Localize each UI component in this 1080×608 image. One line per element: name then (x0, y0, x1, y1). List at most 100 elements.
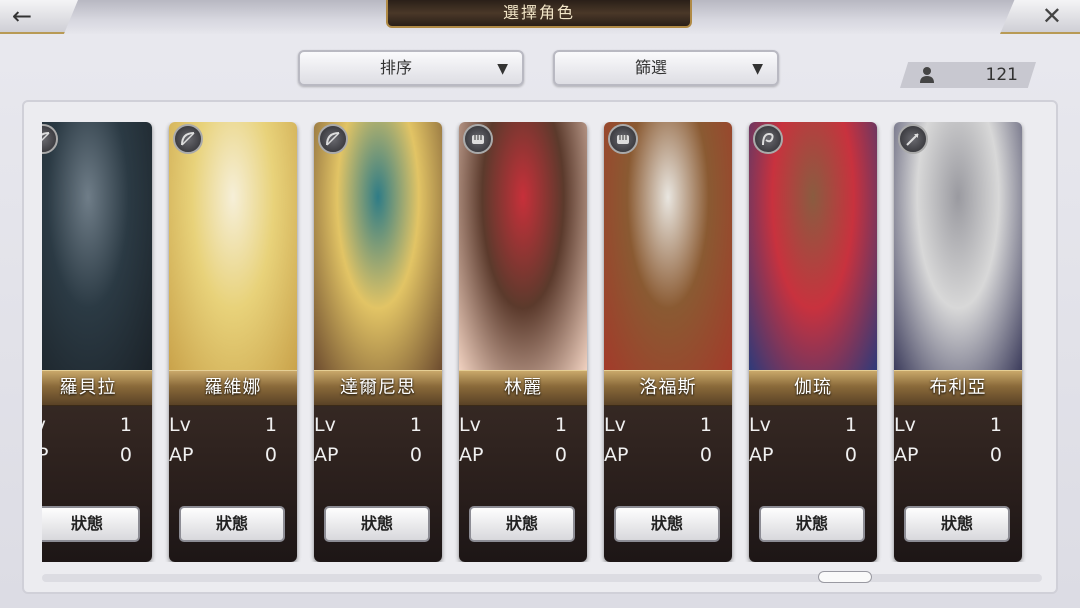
level-value: 1 (554, 414, 567, 436)
character-name-bar: 羅貝拉 (42, 370, 152, 406)
horizontal-scrollbar[interactable] (42, 571, 1042, 583)
level-value: 1 (699, 414, 712, 436)
character-portrait[interactable] (459, 122, 587, 372)
character-count: 121 (985, 65, 1018, 85)
ap-row: AP 0 (42, 444, 132, 468)
level-value: 1 (264, 414, 277, 436)
character-name: 羅維娜 (204, 377, 262, 398)
ap-label: AP (42, 444, 48, 466)
status-button[interactable]: 狀態 (904, 506, 1010, 542)
level-label: Lv (894, 414, 916, 436)
character-name-bar: 布利亞 (894, 370, 1022, 406)
ap-value: 0 (264, 444, 277, 466)
status-button-label: 狀態 (70, 514, 103, 533)
chevron-down-icon: ▼ (497, 61, 508, 77)
ap-value: 0 (554, 444, 567, 466)
bow-icon (173, 124, 203, 154)
ap-label: AP (749, 444, 774, 466)
ap-label: AP (314, 444, 339, 466)
ap-label: AP (894, 444, 919, 466)
fist-icon (463, 124, 493, 154)
character-card-list: 羅貝拉Lv1AP0狀態羅維娜Lv1AP0狀態達爾尼思Lv1AP0狀態林麗Lv1A… (42, 122, 1042, 562)
character-name-bar: 洛福斯 (604, 370, 732, 406)
scroll-thumb[interactable] (818, 571, 872, 583)
character-name: 布利亞 (929, 377, 987, 398)
ap-value: 0 (699, 444, 712, 466)
character-portrait[interactable] (169, 122, 297, 372)
sort-dropdown[interactable]: 排序 ▼ (298, 50, 524, 86)
character-name: 羅貝拉 (59, 377, 117, 398)
ap-value: 0 (844, 444, 857, 466)
character-portrait[interactable] (749, 122, 877, 372)
status-button[interactable]: 狀態 (324, 506, 430, 542)
character-portrait[interactable] (894, 122, 1022, 372)
character-name-bar: 伽琉 (749, 370, 877, 406)
ap-value: 0 (409, 444, 422, 466)
bow-icon (318, 124, 348, 154)
fist-icon (608, 124, 638, 154)
status-button-label: 狀態 (650, 514, 683, 533)
level-label: Lv (604, 414, 626, 436)
status-button[interactable]: 狀態 (469, 506, 575, 542)
level-label: Lv (314, 414, 336, 436)
character-count-box: 121 (900, 62, 1036, 88)
level-label: Lv (169, 414, 191, 436)
ap-label: AP (169, 444, 194, 466)
status-button-label: 狀態 (360, 514, 393, 533)
ap-label: AP (604, 444, 629, 466)
character-card[interactable]: 達爾尼思 Lv 1 AP 0 狀態 (314, 122, 442, 562)
ap-row: AP 0 (314, 444, 422, 468)
level-label: Lv (749, 414, 771, 436)
character-card[interactable]: 羅貝拉 Lv 1 AP 0 狀態 (42, 122, 152, 562)
character-card[interactable]: 洛福斯 Lv 1 AP 0 狀態 (604, 122, 732, 562)
character-portrait[interactable] (42, 122, 152, 372)
page-title: 選擇角色 (502, 3, 575, 22)
close-icon: ✕ (1041, 2, 1062, 30)
level-row: Lv 1 (169, 414, 277, 438)
character-panel: 羅貝拉Lv1AP0狀態羅維娜Lv1AP0狀態達爾尼思Lv1AP0狀態林麗Lv1A… (22, 100, 1058, 594)
level-row: Lv 1 (314, 414, 422, 438)
chevron-down-icon: ▼ (752, 61, 763, 77)
ap-row: AP 0 (894, 444, 1002, 468)
ap-value: 0 (119, 444, 132, 466)
level-row: Lv 1 (42, 414, 132, 438)
character-portrait[interactable] (604, 122, 732, 372)
character-portrait[interactable] (314, 122, 442, 372)
whip-icon (753, 124, 783, 154)
character-name-bar: 達爾尼思 (314, 370, 442, 406)
character-name: 林麗 (504, 377, 542, 398)
filter-dropdown[interactable]: 篩選 ▼ (553, 50, 779, 86)
person-icon (920, 67, 934, 83)
character-card[interactable]: 林麗 Lv 1 AP 0 狀態 (459, 122, 587, 562)
ap-row: AP 0 (749, 444, 857, 468)
character-name: 達爾尼思 (340, 377, 416, 398)
ap-row: AP 0 (459, 444, 567, 468)
level-row: Lv 1 (604, 414, 712, 438)
level-row: Lv 1 (749, 414, 857, 438)
level-value: 1 (119, 414, 132, 436)
level-row: Lv 1 (894, 414, 1002, 438)
character-name: 洛福斯 (639, 377, 697, 398)
character-card[interactable]: 伽琉 Lv 1 AP 0 狀態 (749, 122, 877, 562)
status-button[interactable]: 狀態 (759, 506, 865, 542)
character-card[interactable]: 羅維娜 Lv 1 AP 0 狀態 (169, 122, 297, 562)
level-value: 1 (844, 414, 857, 436)
sort-label: 排序 (379, 58, 412, 77)
status-button-label: 狀態 (795, 514, 828, 533)
spear-icon (898, 124, 928, 154)
level-value: 1 (409, 414, 422, 436)
character-card[interactable]: 布利亞 Lv 1 AP 0 狀態 (894, 122, 1022, 562)
status-button-label: 狀態 (505, 514, 538, 533)
page-title-plate: 選擇角色 (386, 0, 692, 28)
level-label: Lv (459, 414, 481, 436)
ap-label: AP (459, 444, 484, 466)
character-name: 伽琉 (794, 377, 832, 398)
status-button[interactable]: 狀態 (42, 506, 140, 542)
ap-row: AP 0 (604, 444, 712, 468)
status-button[interactable]: 狀態 (614, 506, 720, 542)
status-button[interactable]: 狀態 (179, 506, 285, 542)
filter-label: 篩選 (634, 58, 667, 77)
level-row: Lv 1 (459, 414, 567, 438)
ap-value: 0 (989, 444, 1002, 466)
character-name-bar: 羅維娜 (169, 370, 297, 406)
